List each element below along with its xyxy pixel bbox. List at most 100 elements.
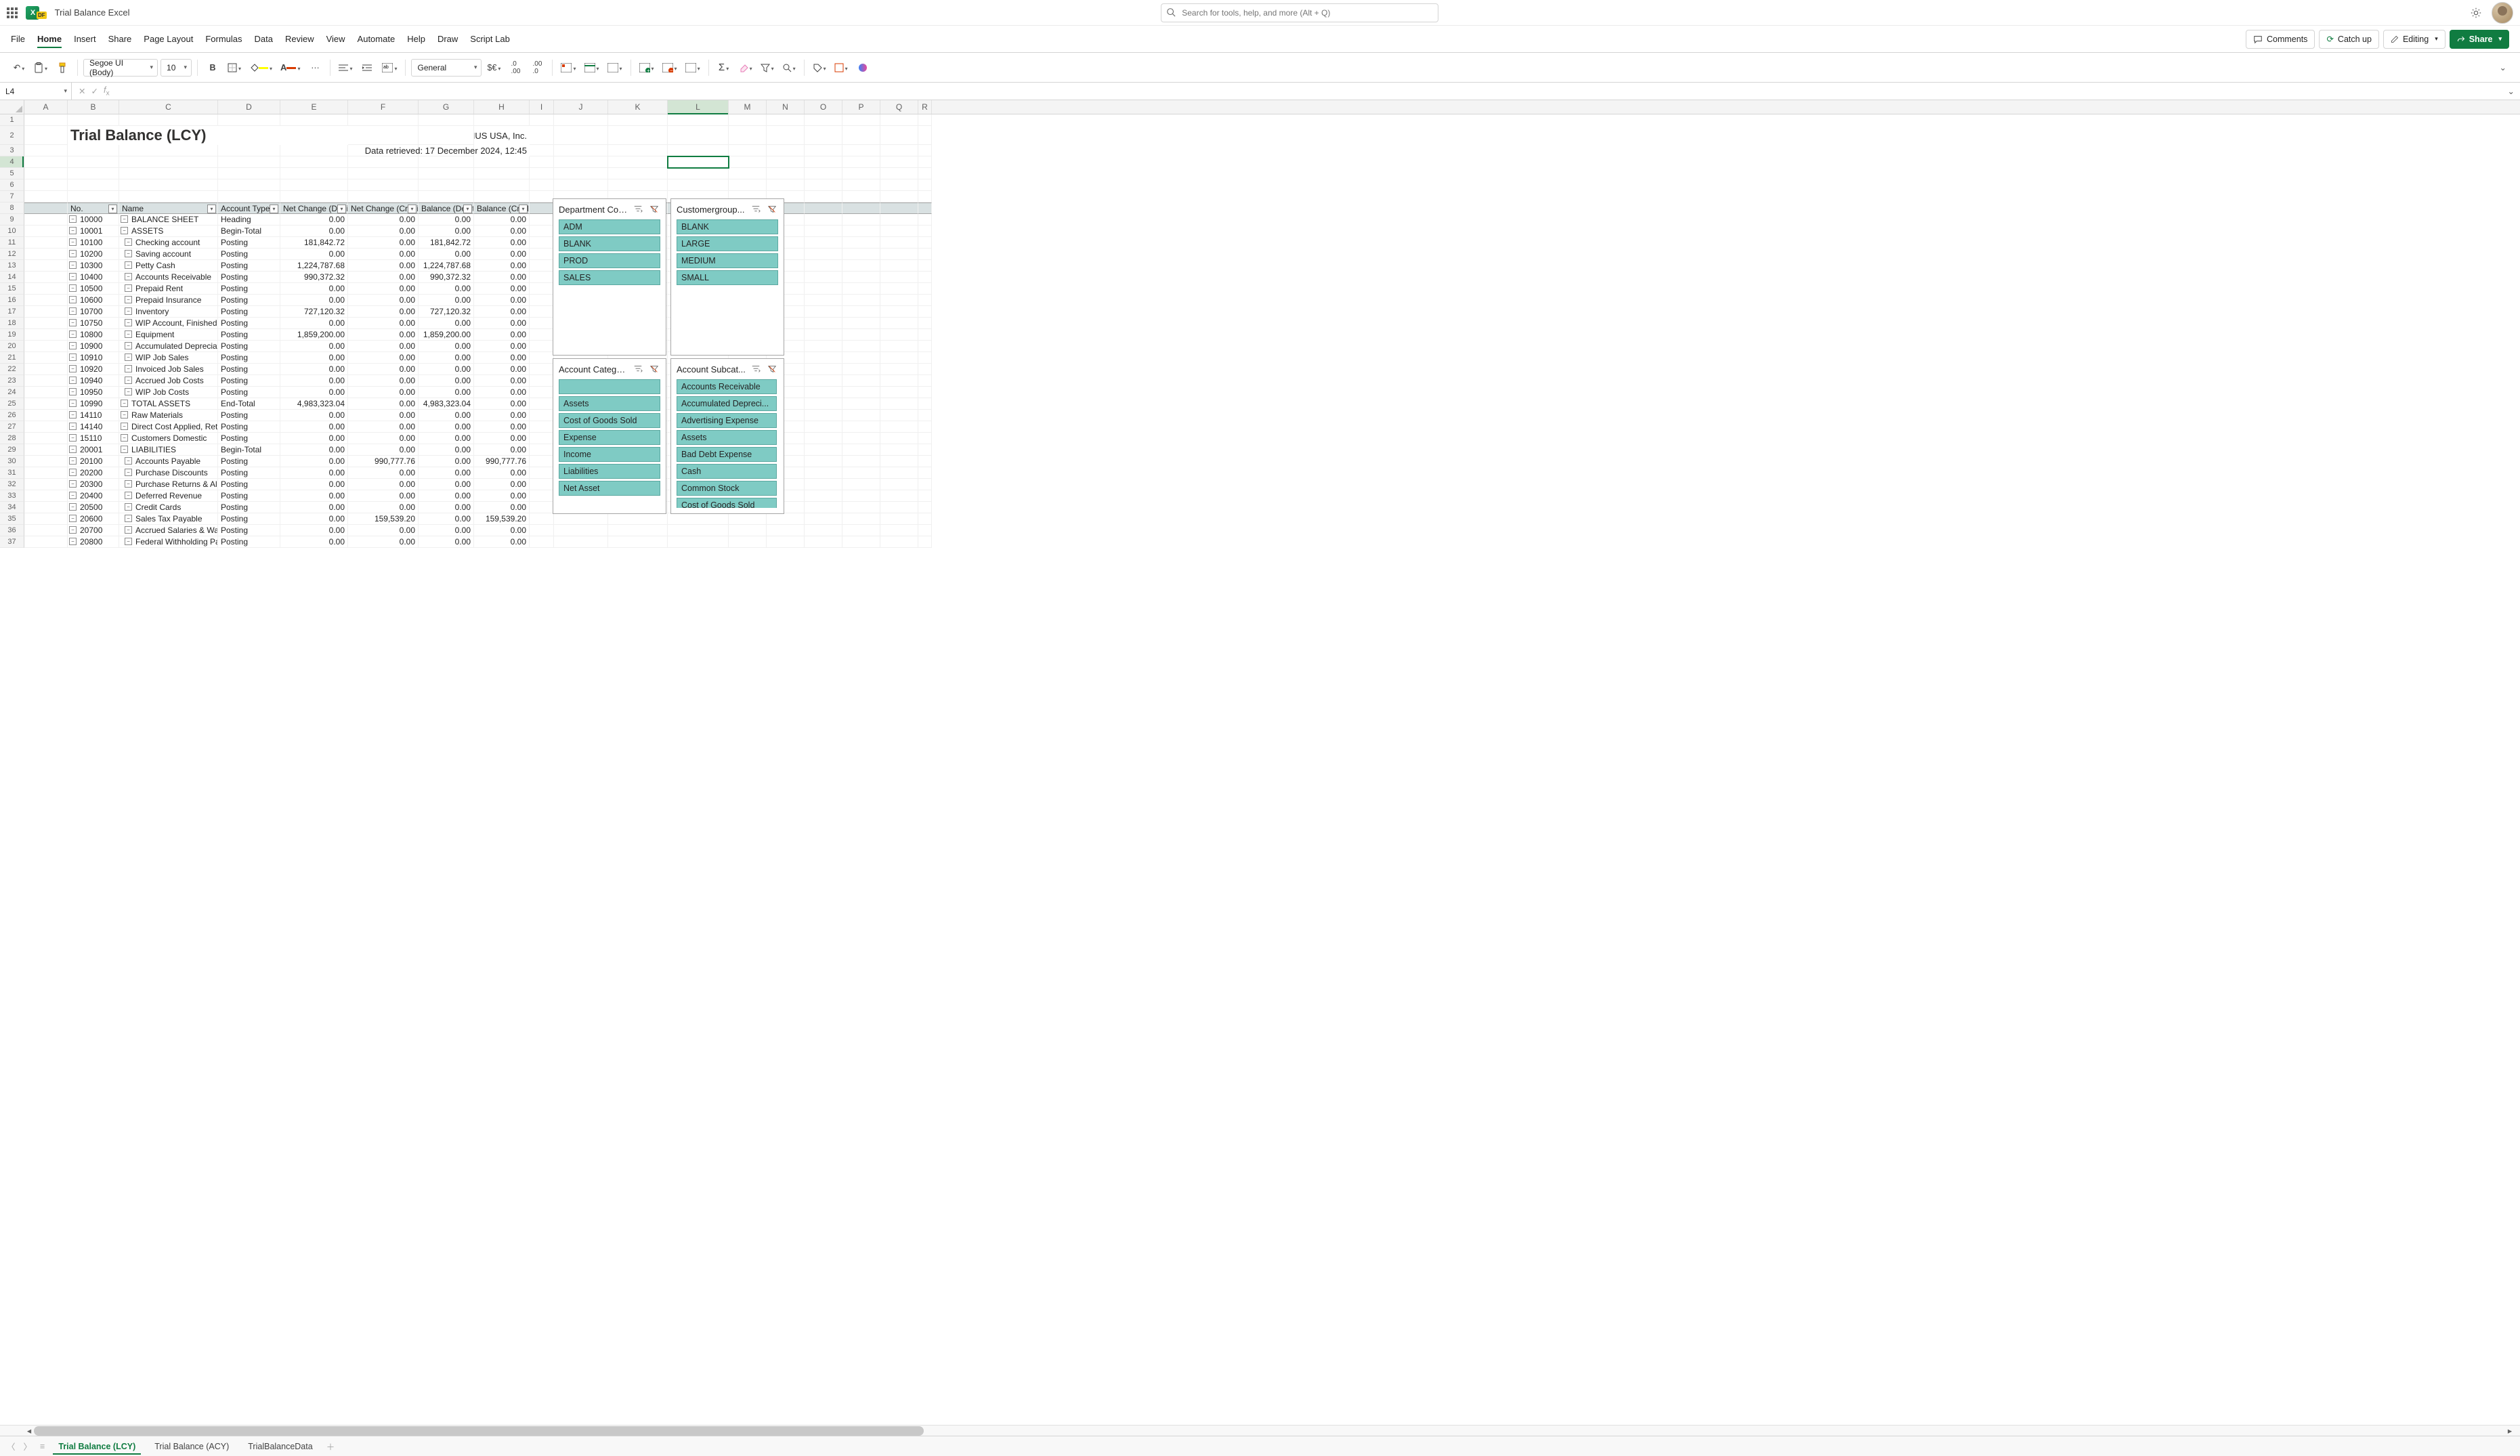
row-header[interactable]: 19 <box>0 329 24 341</box>
cell-type[interactable]: Posting <box>218 490 280 502</box>
slicer-item[interactable]: SALES <box>559 270 660 285</box>
scroll-thumb[interactable] <box>34 1426 924 1436</box>
cell[interactable] <box>918 398 932 410</box>
cell[interactable] <box>805 168 842 179</box>
cell[interactable] <box>880 352 918 364</box>
undo-button[interactable]: ↶ <box>9 58 28 77</box>
cell-bal-debit[interactable]: 0.00 <box>419 536 474 548</box>
row-header[interactable]: 16 <box>0 295 24 306</box>
cell[interactable] <box>474 156 530 168</box>
cell[interactable] <box>918 410 932 421</box>
cell[interactable] <box>805 249 842 260</box>
cell[interactable] <box>24 364 68 375</box>
cell[interactable] <box>767 536 805 548</box>
cell-bal-credit[interactable]: 0.00 <box>474 260 530 272</box>
cell-type[interactable]: Posting <box>218 272 280 283</box>
cell-no[interactable]: −10001 <box>68 226 119 237</box>
slicer-item[interactable]: MEDIUM <box>677 253 778 268</box>
cell-type[interactable]: Posting <box>218 502 280 513</box>
cell-net-debit[interactable]: 0.00 <box>280 536 348 548</box>
cell[interactable] <box>767 179 805 191</box>
filter-dropdown-icon[interactable]: ▾ <box>463 205 472 213</box>
cell[interactable] <box>729 114 767 126</box>
cell-no[interactable]: −10400 <box>68 272 119 283</box>
row-header[interactable]: 29 <box>0 444 24 456</box>
cell[interactable] <box>842 456 880 467</box>
cell-bal-credit[interactable]: 0.00 <box>474 444 530 456</box>
cell[interactable] <box>218 156 280 168</box>
cell[interactable] <box>419 126 474 145</box>
cell[interactable] <box>880 318 918 329</box>
cell[interactable] <box>880 479 918 490</box>
cell[interactable] <box>842 156 880 168</box>
slicer-item[interactable]: SMALL <box>677 270 778 285</box>
cell[interactable] <box>842 249 880 260</box>
fill-color-button[interactable] <box>247 58 275 77</box>
cell[interactable] <box>24 168 68 179</box>
cell[interactable] <box>729 145 767 156</box>
cell-bal-credit[interactable]: 0.00 <box>474 295 530 306</box>
cell[interactable] <box>24 479 68 490</box>
cell-bal-debit[interactable]: 0.00 <box>419 226 474 237</box>
cell-net-credit[interactable]: 0.00 <box>348 306 419 318</box>
row-header[interactable]: 34 <box>0 502 24 513</box>
cell[interactable] <box>842 536 880 548</box>
outline-toggle-icon[interactable]: − <box>125 238 132 246</box>
row-header[interactable]: 22 <box>0 364 24 375</box>
cell[interactable] <box>880 375 918 387</box>
cell[interactable] <box>880 513 918 525</box>
cell[interactable] <box>805 145 842 156</box>
cell-name[interactable]: −Accounts Payable <box>119 456 218 467</box>
cell-bal-debit[interactable]: 0.00 <box>419 283 474 295</box>
cell-name[interactable]: −Petty Cash <box>119 260 218 272</box>
slicer[interactable]: Account CategoryAssetsCost of Goods Sold… <box>553 358 666 514</box>
row-header[interactable]: 32 <box>0 479 24 490</box>
cell-net-debit[interactable]: 0.00 <box>280 295 348 306</box>
cell-net-credit[interactable]: 0.00 <box>348 352 419 364</box>
cell[interactable] <box>24 467 68 479</box>
cell[interactable] <box>554 126 608 145</box>
cell[interactable] <box>918 306 932 318</box>
cell-bal-debit[interactable]: 0.00 <box>419 387 474 398</box>
column-header-L[interactable]: L <box>668 100 729 114</box>
cell-type[interactable]: Begin-Total <box>218 444 280 456</box>
cell[interactable] <box>24 272 68 283</box>
cell[interactable] <box>805 179 842 191</box>
cell[interactable] <box>805 126 842 145</box>
cell-type[interactable]: Posting <box>218 525 280 536</box>
cell-bal-credit[interactable]: 0.00 <box>474 329 530 341</box>
sheet-nav-prev[interactable]: 〈 <box>4 1438 18 1454</box>
column-header-R[interactable]: R <box>918 100 932 114</box>
cell[interactable] <box>530 375 554 387</box>
sensitivity-button[interactable] <box>810 58 829 77</box>
outline-toggle-icon[interactable]: − <box>69 377 77 384</box>
outline-toggle-icon[interactable]: − <box>125 503 132 511</box>
cell[interactable] <box>530 467 554 479</box>
scroll-right-button[interactable]: ▸ <box>2505 1426 2515 1436</box>
sheet-tab-1[interactable]: Trial Balance (LCY) <box>50 1439 144 1454</box>
cell-no[interactable]: −20700 <box>68 525 119 536</box>
cell-net-debit[interactable]: 0.00 <box>280 387 348 398</box>
find-select-button[interactable] <box>780 58 798 77</box>
outline-toggle-icon[interactable]: − <box>125 330 132 338</box>
cell[interactable] <box>530 202 554 214</box>
cell[interactable] <box>805 387 842 398</box>
cell-bal-credit[interactable]: 0.00 <box>474 214 530 226</box>
outline-toggle-icon[interactable]: − <box>69 284 77 292</box>
cell-name[interactable]: −BALANCE SHEET <box>119 214 218 226</box>
cell[interactable] <box>842 513 880 525</box>
cell-net-debit[interactable]: 181,842.72 <box>280 237 348 249</box>
cell-no[interactable]: −10000 <box>68 214 119 226</box>
cell[interactable] <box>474 168 530 179</box>
cell[interactable] <box>530 318 554 329</box>
cell[interactable] <box>280 168 348 179</box>
cell-type[interactable]: Posting <box>218 260 280 272</box>
cell[interactable] <box>880 145 918 156</box>
cell[interactable] <box>842 126 880 145</box>
cell[interactable] <box>474 179 530 191</box>
font-color-button[interactable]: A <box>278 58 303 77</box>
cell[interactable] <box>880 490 918 502</box>
cell-net-debit[interactable]: 4,983,323.04 <box>280 398 348 410</box>
cell-type[interactable]: Posting <box>218 295 280 306</box>
cell[interactable] <box>880 329 918 341</box>
